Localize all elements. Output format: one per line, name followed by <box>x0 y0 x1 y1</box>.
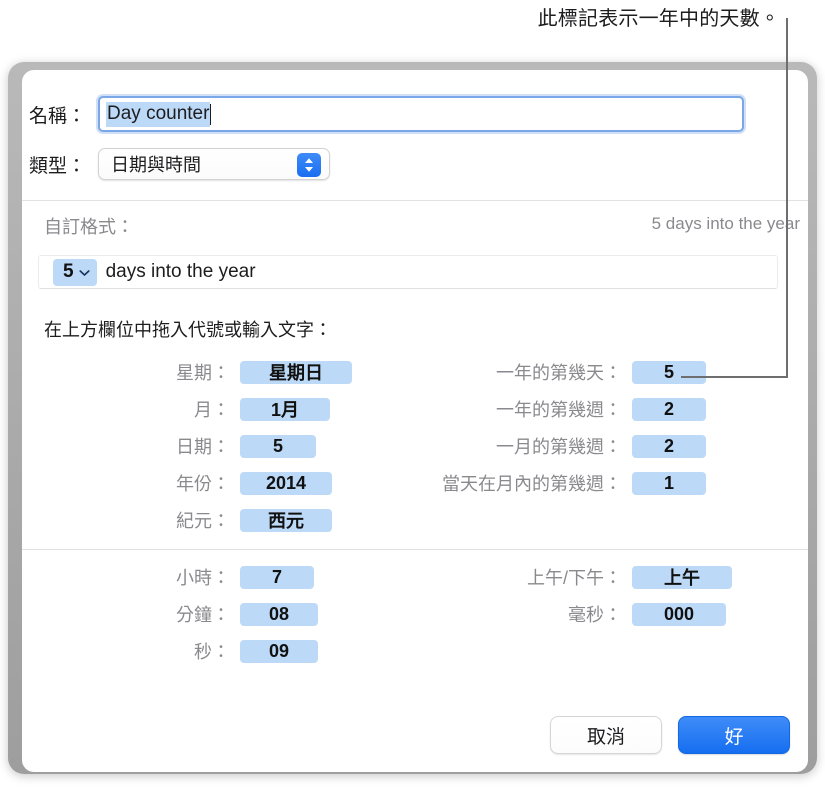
chevron-down-icon[interactable] <box>78 262 90 281</box>
time-token-column-right: 上午/下午： 上午 毫秒： 000 <box>22 565 808 675</box>
ok-button[interactable]: 好 <box>678 716 790 754</box>
custom-format-label: 自訂格式： <box>44 217 134 237</box>
name-input-value: Day counter <box>106 101 211 127</box>
token-row-label: 上午/下午： <box>526 568 622 588</box>
token-row: 毫秒： 000 <box>22 602 726 626</box>
format-editor-field[interactable]: 5 days into the year <box>38 255 778 289</box>
draggable-token[interactable]: 上午 <box>632 565 732 589</box>
token-row-label: 當天在月內的第幾週： <box>442 474 622 494</box>
type-popup-value: 日期與時間 <box>111 155 201 175</box>
token-row: 一年的第幾天： 5 <box>22 360 706 384</box>
token-row: 當天在月內的第幾週： 1 <box>22 471 706 495</box>
chevron-up-down-icon <box>297 153 321 177</box>
token-row-label: 一年的第幾天： <box>496 363 622 383</box>
token-row: 上午/下午： 上午 <box>22 565 732 589</box>
type-field-row: 類型： 日期與時間 <box>22 148 330 180</box>
dialog-footer: 取消 好 <box>550 716 790 754</box>
draggable-token[interactable]: 2 <box>632 397 706 421</box>
custom-format-preview: 5 days into the year <box>651 214 800 233</box>
token-row-label: 毫秒： <box>568 605 622 625</box>
dialog-top-section: 名稱： Day counter 類型： 日期與時間 <box>22 70 808 200</box>
draggable-token[interactable]: 2 <box>632 434 706 458</box>
token-row: 一年的第幾週： 2 <box>22 397 706 421</box>
draggable-token[interactable]: 1 <box>632 471 706 495</box>
draggable-token[interactable]: 000 <box>632 602 726 626</box>
custom-format-dialog: 名稱： Day counter 類型： 日期與時間 自訂格式： 5 days i… <box>22 70 808 772</box>
format-plain-text: days into the year <box>105 261 256 282</box>
cancel-button[interactable]: 取消 <box>550 716 662 754</box>
name-field-row: 名稱： Day counter <box>22 96 744 132</box>
type-popup-button[interactable]: 日期與時間 <box>98 148 330 180</box>
draggable-token[interactable]: 5 <box>632 360 706 384</box>
custom-format-section: 自訂格式： 5 days into the year 5 days into t… <box>22 201 808 340</box>
custom-format-header: 自訂格式： 5 days into the year <box>22 201 808 243</box>
type-field-label: 類型： <box>28 155 86 177</box>
callout-text: 此標記表示一年中的天數。 <box>537 8 780 30</box>
token-row-label: 一月的第幾週： <box>496 437 622 457</box>
separator-time <box>22 549 808 550</box>
drag-hint-text: 在上方欄位中拖入代號或輸入文字： <box>44 320 332 340</box>
name-input[interactable]: Day counter <box>98 96 744 132</box>
text-caret <box>210 103 212 125</box>
token-row: 一月的第幾週： 2 <box>22 434 706 458</box>
format-token-day-of-year[interactable]: 5 <box>53 258 97 286</box>
date-token-column-right: 一年的第幾天： 5 一年的第幾週： 2 一月的第幾週： 2 當天在月內的第幾週： 1 <box>22 360 808 520</box>
format-token-label: 5 <box>63 260 74 282</box>
token-row-label: 一年的第幾週： <box>496 400 622 420</box>
name-field-label: 名稱： <box>28 105 86 127</box>
